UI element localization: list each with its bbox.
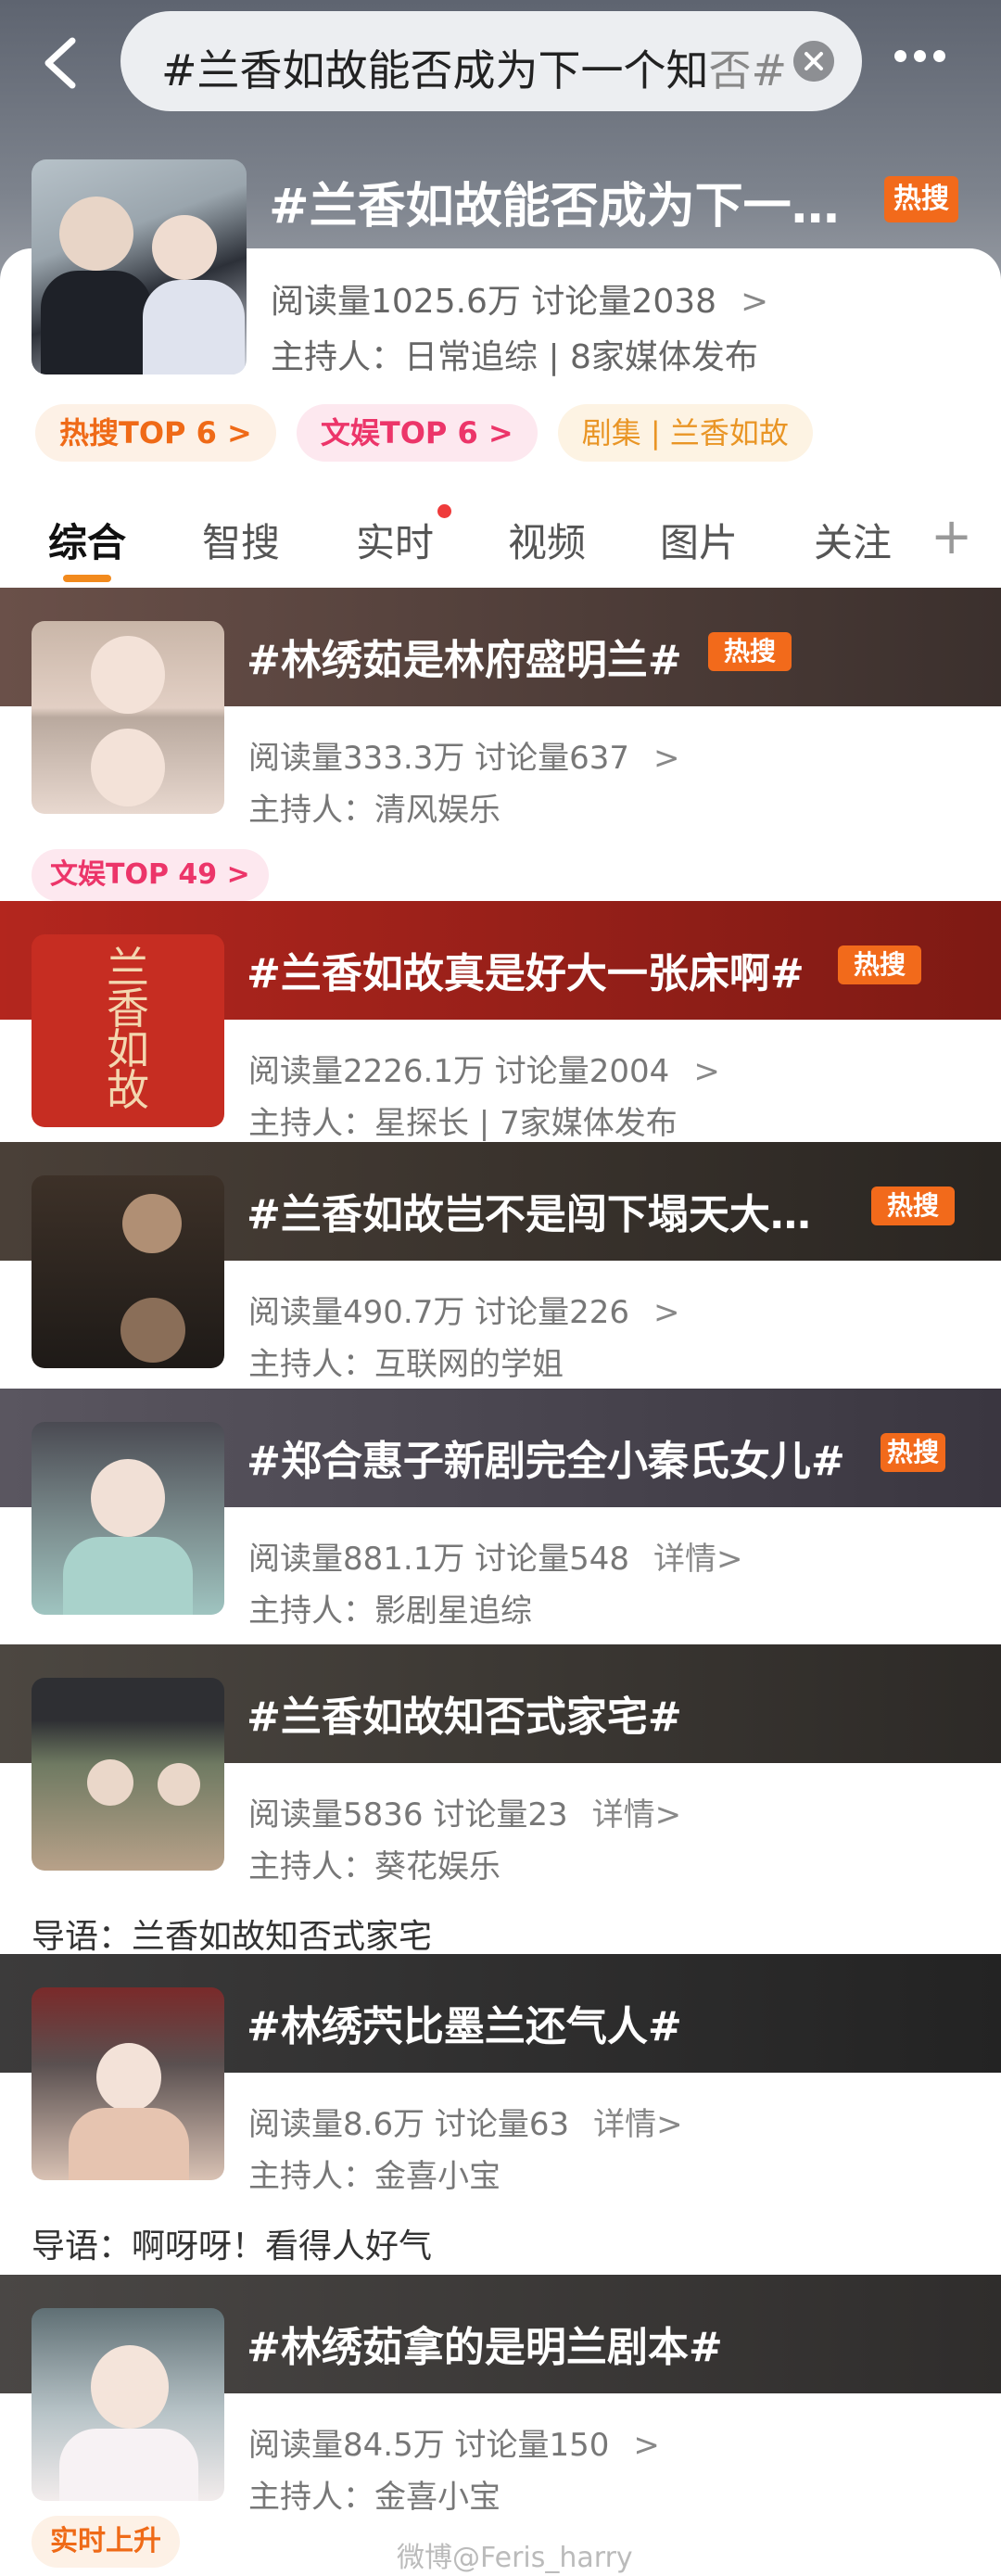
back-arrow-icon[interactable] [37,35,85,91]
tab-following[interactable]: 关注 [814,512,892,568]
active-tab-indicator [63,575,111,582]
result-host: 主持人：金喜小宝 [248,2158,500,2195]
tab-images[interactable]: 图片 [660,512,738,568]
result-thumbnail [32,621,224,814]
result-intro: 导语：啊呀呀！看得人好气 [32,2227,433,2265]
result-host: 主持人：星探长 | 7家媒体发布 [248,1105,678,1142]
topic-host: 主持人：日常追综 | 8家媒体发布 [271,338,758,376]
tag-drama[interactable]: 剧集 | 兰香如故 [557,404,813,462]
result-stats: 阅读量881.1万 讨论量548 详情> [248,1541,743,1578]
result-card[interactable]: 兰香如故 #兰香如故真是好大一张床啊# 热搜 阅读量2226.1万 讨论量200… [0,901,1001,1142]
result-card[interactable]: #郑合惠子新剧完全小秦氏女儿# 热搜 阅读量881.1万 讨论量548 详情> 主… [0,1389,1001,1644]
result-thumbnail [32,1422,224,1615]
tag-realtime-rising[interactable]: 实时上升 [32,2516,180,2568]
watermark: 微博@Feris_harry [397,2542,633,2574]
more-options-icon[interactable] [894,48,959,70]
topic-stats[interactable]: 阅读量1025.6万 讨论量2038 > [271,274,768,323]
result-intro: 导语：兰香如故知否式家宅 [32,1918,433,1954]
result-stats: 阅读量333.3万 讨论量637 > [248,740,680,777]
tab-video[interactable]: 视频 [508,512,586,568]
new-content-dot [437,504,451,518]
result-card[interactable]: #兰香如故知否式家宅# 阅读量5836 讨论量23 详情> 主持人：葵花娱乐 导语… [0,1644,1001,1954]
result-stats: 阅读量490.7万 讨论量226 > [248,1294,680,1331]
tab-realtime[interactable]: 实时 [356,512,434,568]
result-title: #郑合惠子新剧完全小秦氏女儿# [247,1438,845,1485]
tag-entertainment-rank[interactable]: 文娱TOP 49 > [32,849,269,901]
result-title: #林绣茹是林府盛明兰# [247,637,682,684]
result-host: 主持人：葵花娱乐 [248,1848,500,1885]
result-thumbnail: 兰香如故 [32,934,224,1127]
topic-tags: 热搜TOP 6 > 文娱TOP 6 > 剧集 | 兰香如故 [35,404,813,462]
topic-title: #兰香如故能否成为下一… [269,179,840,235]
tab-smart-search[interactable]: 智搜 [202,512,280,568]
search-query: #兰香如故能否成为下一个知否# [161,45,788,95]
hot-badge: 热搜 [838,945,921,984]
result-thumbnail [32,2308,224,2501]
result-card[interactable]: #林绣茓比墨兰还气人# 阅读量8.6万 讨论量63 详情> 主持人：金喜小宝 导语… [0,1954,1001,2275]
result-thumbnail [32,1175,224,1368]
result-title: #林绣茓比墨兰还气人# [247,2003,682,2050]
hot-badge: 热搜 [871,1186,955,1225]
result-card[interactable]: #林绣茹是林府盛明兰# 热搜 阅读量333.3万 讨论量637 > 主持人：清风娱… [0,588,1001,901]
result-title: #兰香如故知否式家宅# [247,1694,682,1741]
tag-hot-search-rank[interactable]: 热搜TOP 6 > [35,404,276,462]
chevron-right-icon: > [741,283,769,321]
clear-icon[interactable] [793,41,834,82]
hot-badge: 热搜 [884,176,958,222]
result-stats: 阅读量84.5万 讨论量150 > [248,2427,660,2464]
topic-cover-image [32,159,247,374]
result-card[interactable]: #兰香如故岂不是闯下塌天大… 热搜 阅读量490.7万 讨论量226 > 主持人：… [0,1142,1001,1389]
result-stats: 阅读量8.6万 讨论量63 详情> [248,2106,683,2143]
result-host: 主持人：影剧星追综 [248,1593,532,1630]
result-title: #林绣茹拿的是明兰剧本# [247,2324,723,2371]
search-input[interactable]: #兰香如故能否成为下一个知否# [120,11,862,111]
tag-entertainment-rank[interactable]: 文娱TOP 6 > [296,404,538,462]
result-host: 主持人：清风娱乐 [248,792,500,829]
tab-comprehensive[interactable]: 综合 [48,512,126,568]
hot-badge: 热搜 [708,632,792,671]
result-stats: 阅读量5836 讨论量23 详情> [248,1796,682,1834]
hot-badge: 热搜 [881,1433,945,1472]
result-host: 主持人：金喜小宝 [248,2479,500,2516]
result-host: 主持人：互联网的学姐 [248,1346,564,1383]
tab-bar: 综合 智搜 实时 视频 图片 关注 [0,491,1001,588]
result-thumbnail [32,1678,224,1871]
result-card[interactable]: #林绣茹拿的是明兰剧本# 阅读量84.5万 讨论量150 > 主持人：金喜小宝 实… [0,2275,1001,2576]
add-tab-icon[interactable]: + [931,512,972,562]
result-title: #兰香如故岂不是闯下塌天大… [247,1191,811,1238]
result-title: #兰香如故真是好大一张床啊# [247,950,805,997]
result-stats: 阅读量2226.1万 讨论量2004 > [248,1053,720,1090]
result-thumbnail [32,1987,224,2180]
